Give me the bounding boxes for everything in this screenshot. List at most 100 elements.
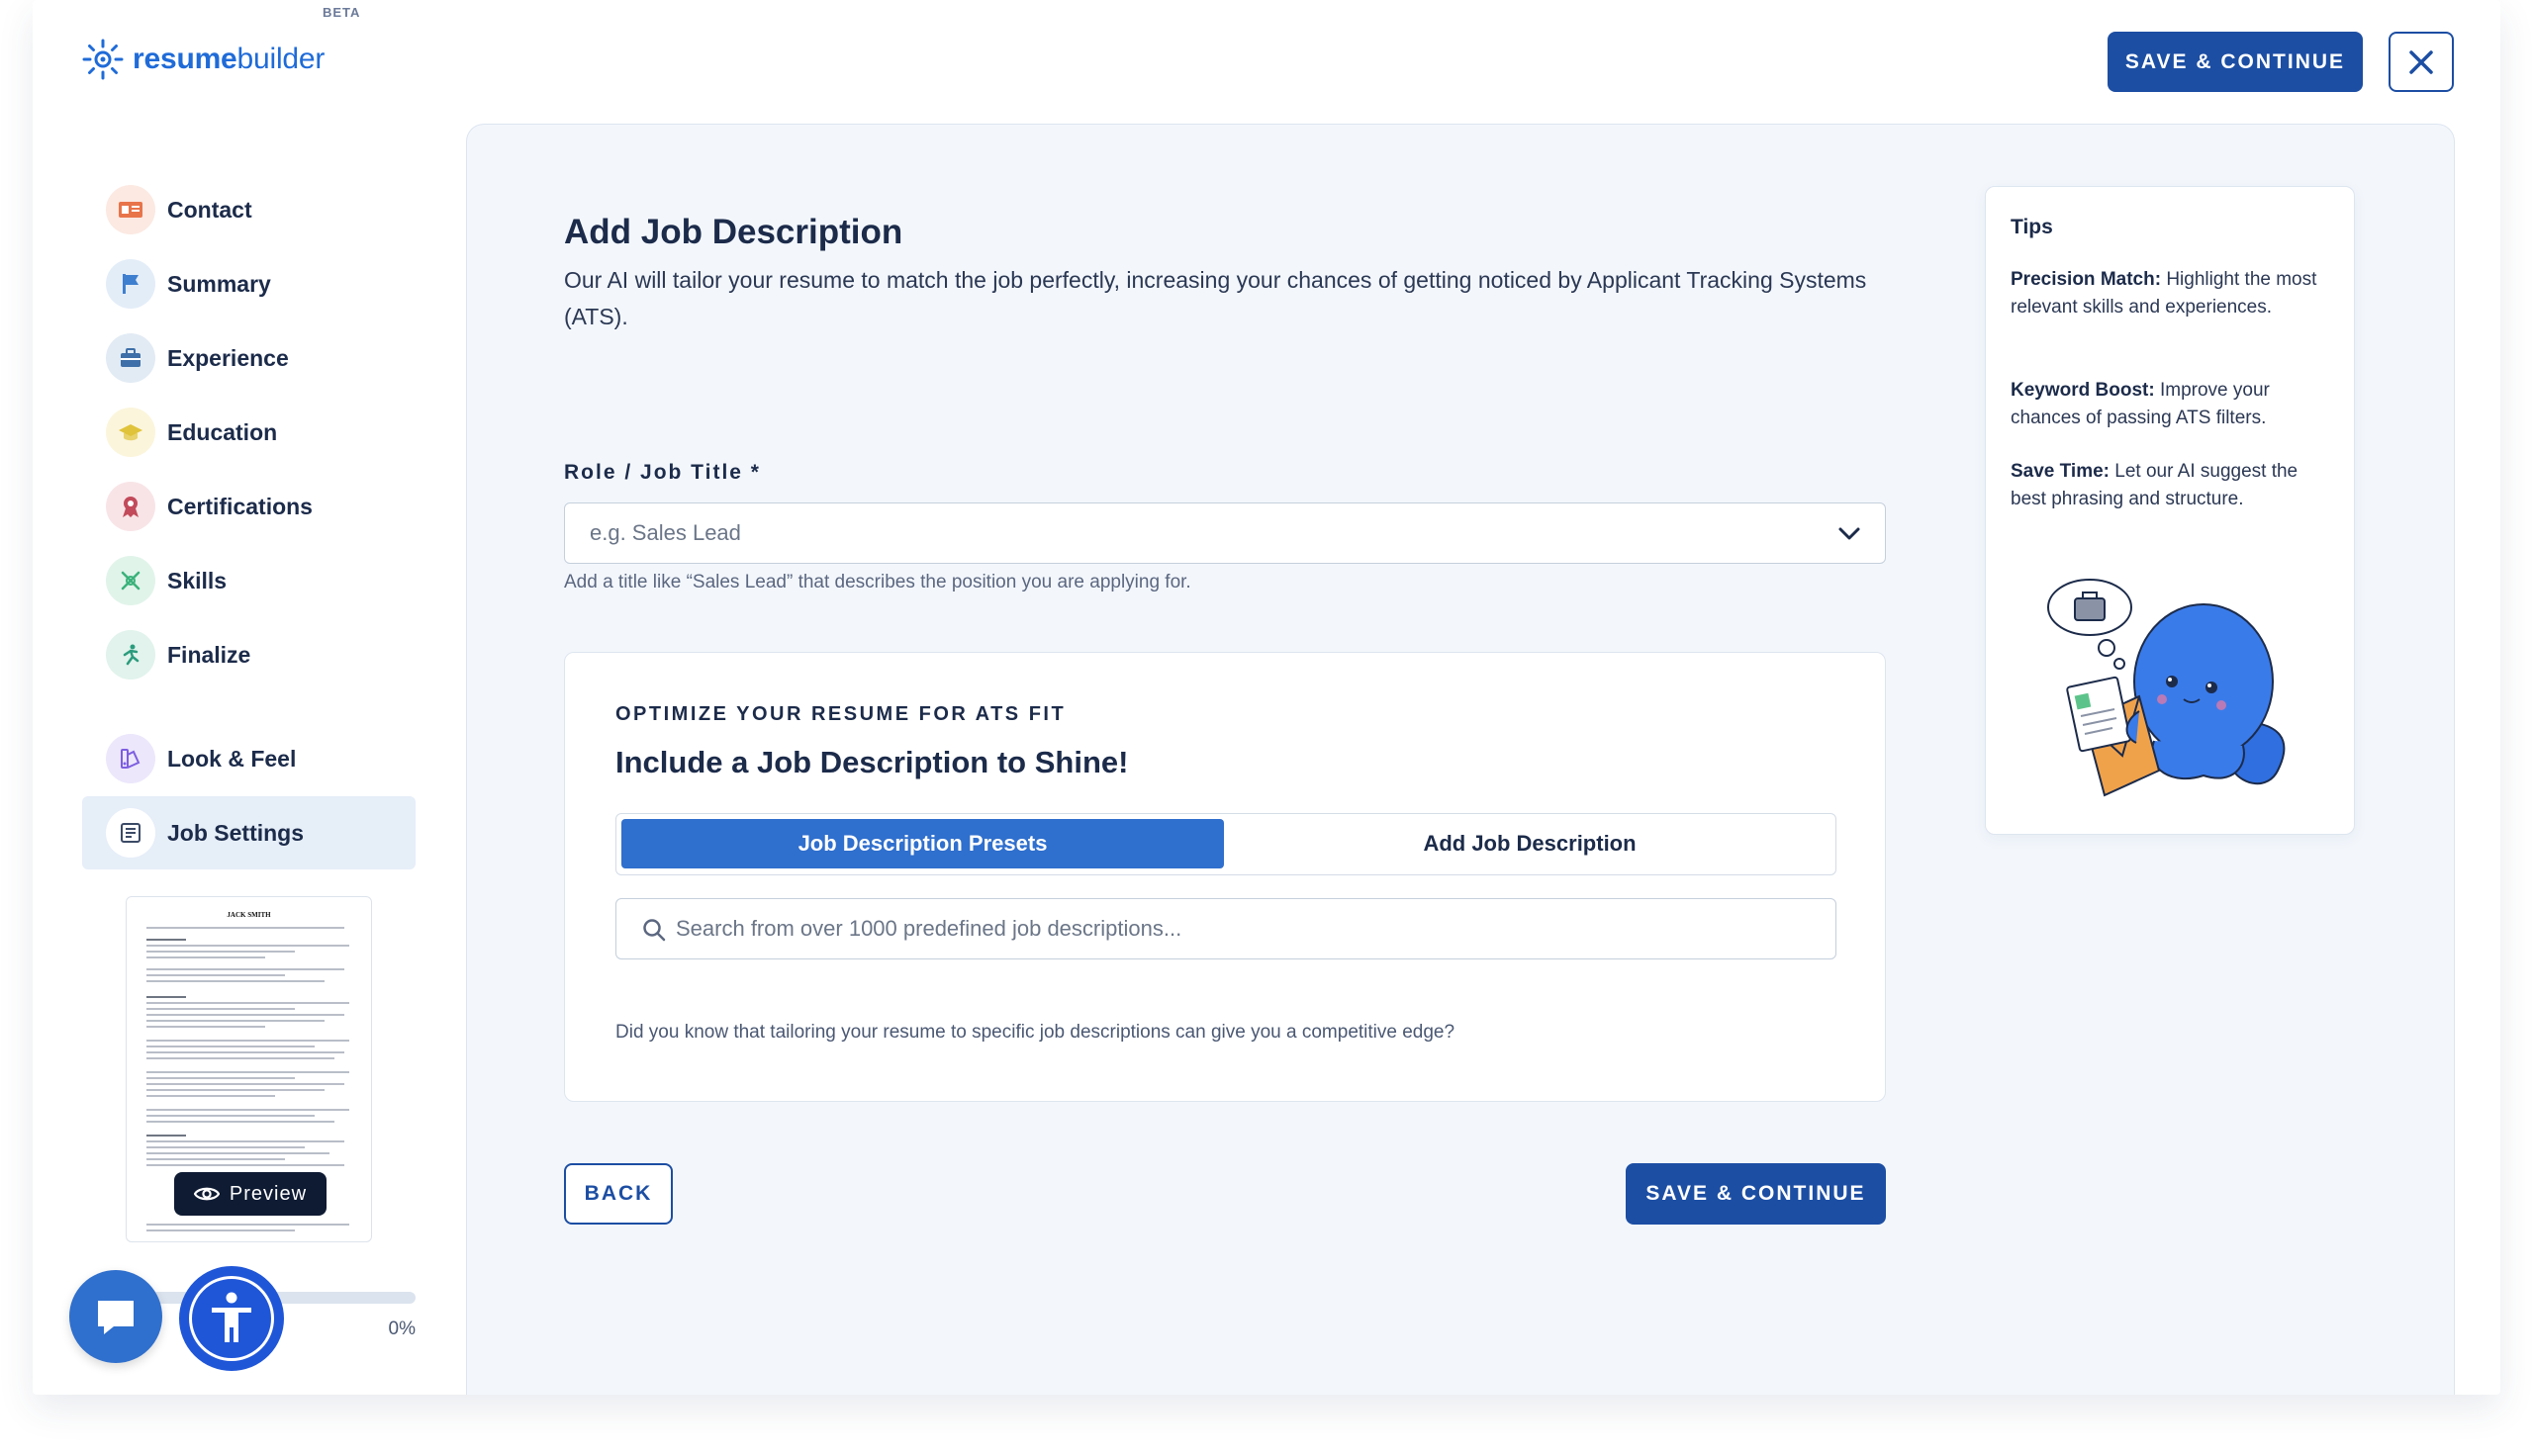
page-subtitle: Our AI will tailor your resume to match … [564,267,1867,329]
resume-text-line [146,1152,329,1154]
resume-text-line [146,939,186,941]
search-icon [643,919,666,942]
sidebar-item-label: Certifications [167,493,313,519]
resume-text-line [146,945,349,947]
tip-precision-match: Precision Match: Highlight the most rele… [2011,269,2317,318]
resume-text-line [146,1115,315,1117]
save-continue-button[interactable]: SAVE & CONTINUE [1626,1163,1886,1225]
sidebar-item-finalize[interactable]: Finalize [82,618,416,691]
sidebar-item-label: Contact [167,196,252,223]
tip-keyword-boost: Keyword Boost: Improve your chances of p… [2011,380,2270,428]
sidebar-item-contact[interactable]: Contact [82,173,416,246]
progress-percent: 0% [388,1319,416,1339]
resume-text-line [146,968,344,970]
award-ribbon-icon [106,482,155,531]
search-placeholder: Search from over 1000 predefined job des… [676,916,1182,941]
tab-add-job-description[interactable]: Add Job Description [1230,819,1829,868]
eye-icon [193,1187,220,1201]
resume-text-line [146,1164,344,1166]
preview-label: Preview [229,1182,308,1205]
resume-text-line [146,1224,349,1226]
sidebar-item-skills[interactable]: Skills [82,544,416,617]
page-title: Add Job Description [564,213,903,251]
resumebuilder-logo[interactable]: resumebuilder [81,38,325,81]
sidebar-item-label: Education [167,418,278,445]
sidebar-item-label: Summary [167,270,271,297]
resume-text-line [146,1135,186,1137]
tip-save-time: Save Time: Let our AI suggest the best p… [2011,461,2298,509]
job-description-tabs: Job Description Presets Add Job Descript… [615,813,1836,875]
resume-text-line [146,980,325,982]
palette-icon [106,734,155,783]
back-button[interactable]: BACK [564,1163,673,1225]
sidebar-item-label: Finalize [167,641,251,668]
beta-badge: BETA [323,5,361,20]
chat-button[interactable] [69,1270,162,1363]
resume-text-line [146,1077,295,1079]
ats-card: OPTIMIZE YOUR RESUME FOR ATS FIT Include… [564,652,1886,1102]
job-settings-icon [106,808,155,858]
role-placeholder: e.g. Sales Lead [590,520,741,545]
finish-runner-icon [106,630,155,680]
resume-text-line [146,927,344,929]
role-job-title-select[interactable]: e.g. Sales Lead [564,502,1886,564]
resume-text-line [146,1071,349,1073]
sun-logo-icon [81,38,125,81]
resume-text-line [146,1040,349,1042]
logo-wordmark: resumebuilder [133,43,326,75]
contact-card-icon [106,185,155,234]
octopus-mascot-illustration [2047,579,2286,797]
resume-text-line [146,1140,344,1142]
ats-title: Include a Job Description to Shine! [615,745,1129,779]
role-field-help: Add a title like “Sales Lead” that descr… [564,572,1191,592]
briefcase-icon [106,333,155,383]
chevron-down-icon[interactable] [1835,520,1863,548]
tips-title: Tips [2011,216,2053,238]
sidebar-item-job-settings[interactable]: Job Settings [82,796,416,869]
accessibility-ring [189,1276,274,1361]
accessibility-icon [212,1292,251,1342]
tips-card: Tips Precision Match: Highlight the most… [1985,186,2355,835]
sidebar-item-certifications[interactable]: Certifications [82,470,416,543]
header-save-continue-button[interactable]: SAVE & CONTINUE [2108,32,2363,92]
sidebar-item-education[interactable]: Education [82,396,416,469]
preview-button[interactable]: Preview [174,1172,327,1216]
resume-text-line [146,1008,295,1010]
resume-text-line [146,996,186,998]
resume-text-line [146,1095,275,1097]
resume-text-line [146,1109,349,1111]
sidebar-item-summary[interactable]: Summary [82,247,416,320]
resume-name: JACK SMITH [227,911,271,919]
resume-text-line [146,1014,344,1016]
sidebar-item-experience[interactable]: Experience [82,321,416,395]
chat-bubble-icon [98,1301,134,1334]
ats-note: Did you know that tailoring your resume … [615,1022,1455,1043]
resume-text-line [146,1020,325,1022]
sidebar-item-label: Job Settings [167,819,305,846]
flag-icon [106,259,155,309]
resume-text-line [146,1146,305,1148]
resume-text-line [146,1002,349,1004]
graduation-cap-icon [106,408,155,457]
resume-text-line [146,974,285,976]
close-button[interactable] [2389,32,2454,92]
resume-text-line [146,1229,295,1231]
tab-job-description-presets[interactable]: Job Description Presets [621,819,1224,868]
sidebar-item-label: Look & Feel [167,745,297,772]
resume-text-line [146,1083,344,1085]
sidebar-item-look-feel[interactable]: Look & Feel [82,722,416,795]
resume-text-line [146,1158,285,1160]
resume-text-line [146,1046,315,1047]
close-icon [2409,49,2433,74]
resume-text-line [146,1057,334,1059]
accessibility-button[interactable] [179,1266,284,1371]
resume-text-line [146,956,265,958]
resume-text-line [146,1089,325,1091]
skills-icon [106,556,155,605]
ats-eyebrow: OPTIMIZE YOUR RESUME FOR ATS FIT [615,703,1067,725]
role-field-label: Role / Job Title * [564,461,761,484]
sidebar-item-label: Skills [167,567,228,593]
resume-text-line [146,1121,334,1123]
job-description-search-input[interactable]: Search from over 1000 predefined job des… [615,898,1836,959]
resume-preview-thumbnail[interactable]: JACK SMITH Preview [126,896,372,1242]
